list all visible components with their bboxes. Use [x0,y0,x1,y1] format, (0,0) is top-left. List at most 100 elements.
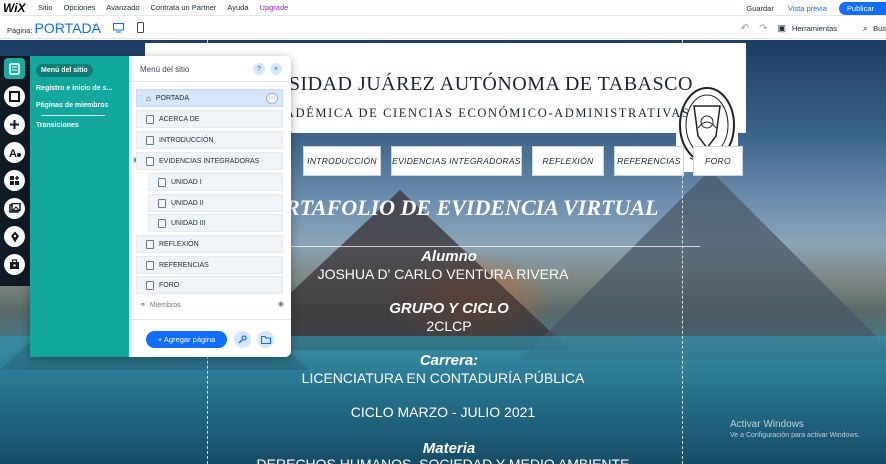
side-item-registro[interactable]: Registro e inicio de s... [36,85,112,92]
add-page-button[interactable]: + Agregar página [146,331,227,348]
members-section[interactable]: ⚭ Miembros ◉ [136,296,286,314]
menu-upgrade[interactable]: Upgrade [260,3,289,12]
tools-label: Herramientas [792,23,838,33]
ciclo-text: CICLO MARZO - JULIO 2021 [350,404,536,420]
desktop-icon[interactable] [110,21,126,35]
page-item-label: UNIDAD III [171,219,206,227]
toolbox-icon: ▣ [777,22,786,33]
nav-item-foro[interactable]: FORO [693,146,743,176]
left-tool-rail: A [0,56,30,286]
page-item-label: EVIDENCIAS INTEGRADORAS [159,157,260,165]
nav-item-referencias[interactable]: REFERENCIAS [614,146,684,176]
more-options-icon[interactable]: ··· [266,93,278,104]
watermark-line-1: Activar Windows [730,419,804,430]
page-icon [158,218,166,228]
page-item-label: INTRODUCCIÓN [159,136,214,144]
publish-button[interactable]: Publicar [838,1,886,15]
search-icon: ⌕ [863,22,869,33]
page-item-unidad-1[interactable]: UNIDAD I [148,173,283,191]
divider-line [240,246,700,247]
home-icon: ⌂ [146,93,151,103]
page-item-introduccion[interactable]: INTRODUCCIÓN [136,131,283,149]
page-item-label: REFERENCIAS [159,261,209,269]
pen-icon[interactable] [4,226,25,247]
page-selector-label: Página: [7,25,33,35]
background-icon[interactable] [4,86,25,107]
page-icon [146,114,154,124]
page-item-label: PORTADA [155,94,190,102]
page-icon [146,135,154,145]
panel-side-nav: Menú del sitio Registro e inicio de s...… [30,56,129,357]
drag-handle-icon[interactable]: ⁞ [140,95,142,101]
media-icon[interactable] [4,198,25,219]
divider-line [129,319,291,320]
page-icon [146,280,154,290]
site-menu-panel: Menú del sitio Registro e inicio de s...… [30,56,291,357]
windows-activation-watermark: Activar Windows Ve a Configuración para … [730,419,860,439]
page-item-portada[interactable]: ⁞ ⌂ PORTADA ··· [136,89,283,107]
menu-opciones[interactable]: Opciones [64,3,96,12]
members-icon: ⚭ [140,302,146,309]
page-selector[interactable]: Página: PORTADA ⌄ [0,18,104,36]
page-item-label: ACERCA DE [159,115,200,123]
wix-logo[interactable]: WiX [0,1,38,15]
university-title: RSIDAD JUÁREZ AUTÓNOMA DE TABASCO [275,73,693,95]
app-market-icon[interactable] [4,170,25,191]
page-item-foro[interactable]: FORO [136,276,283,294]
hidden-eye-icon[interactable]: ◉ [278,300,284,308]
tools-button[interactable]: ▣ Herramientas [777,23,837,34]
preview-button[interactable]: Vista previa [788,4,827,13]
menu-avanzado[interactable]: Avanzado [106,3,139,12]
page-item-reflexion[interactable]: REFLEXIÓN [136,235,283,253]
nav-item-reflexion[interactable]: REFLEXIÓN [532,146,604,176]
svg-text:A: A [9,148,17,158]
page-icon [158,198,166,208]
page-item-unidad-3[interactable]: UNIDAD III [148,214,283,232]
business-icon[interactable] [4,254,25,275]
page-item-evidencias[interactable]: EVIDENCIAS INTEGRADORAS [136,152,283,170]
page-item-label: FORO [159,281,180,289]
divider-line [129,81,291,82]
chevron-down-icon: ⌄ [91,18,98,28]
nav-item-introduccion[interactable]: INTRODUCCIÓN [303,146,381,176]
undo-icon[interactable]: ↶ [741,23,749,34]
page-icon [146,260,154,270]
page-icon [146,156,154,166]
materia-label: Materia [422,440,476,457]
panel-title: Menú del sitio [140,65,190,74]
add-link-icon[interactable] [234,331,251,348]
portfolio-title: RTAFOLIO DE EVIDENCIA VIRTUAL [285,195,659,220]
menu-contrata-partner[interactable]: Contrata un Partner [151,3,217,12]
page-item-referencias[interactable]: REFERENCIAS [136,256,283,274]
nav-item-evidencias[interactable]: EVIDENCIAS INTEGRADORAS [391,146,522,176]
menu-sitio[interactable]: Sitio [38,3,53,12]
page-icon [158,177,166,187]
add-folder-icon[interactable] [257,331,274,348]
close-icon[interactable]: × [270,63,282,75]
editor-toolbar: Página: PORTADA ⌄ ↶ ↷ ▣ Herramientas ⌕ B… [0,17,886,39]
page-icon [146,239,154,249]
watermark-line-2: Ve a Configuración para activar Windows. [730,432,860,439]
university-subtitle: CADÉMICA DE CIENCIAS ECONÓMICO-ADMINISTR… [275,106,691,120]
page-item-unidad-2[interactable]: UNIDAD II [148,194,283,212]
carrera-value: LICENCIATURA EN CONTADURÍA PÚBLICA [301,370,585,386]
side-item-transiciones[interactable]: Transiciones [36,122,79,129]
search-button[interactable]: ⌕ Bus [863,23,886,34]
help-icon[interactable]: ? [253,63,265,75]
theme-manager-icon[interactable]: A [4,142,25,163]
page-item-label: REFLEXIÓN [159,240,199,248]
page-item-acerca-de[interactable]: ACERCA DE [136,110,283,128]
mobile-icon[interactable] [132,21,148,35]
page-item-label: UNIDAD II [171,199,204,207]
add-elements-icon[interactable] [4,114,25,135]
side-item-menu-del-sitio[interactable]: Menú del sitio [36,64,93,77]
redo-icon[interactable]: ↷ [759,23,767,34]
search-label: Bus [873,23,886,33]
top-menu-bar: WiX Sitio Opciones Avanzado Contrata un … [0,0,886,16]
pages-menu-icon[interactable] [4,58,25,79]
materia-value: DERECHOS HUMANOS, SOCIEDAD Y MEDIO AMBIE… [256,456,630,464]
save-button[interactable]: Guardar [746,4,774,13]
menu-ayuda[interactable]: Ayuda [227,3,248,12]
divider-line [41,115,105,116]
side-item-paginas-miembros[interactable]: Páginas de miembros [36,102,108,109]
